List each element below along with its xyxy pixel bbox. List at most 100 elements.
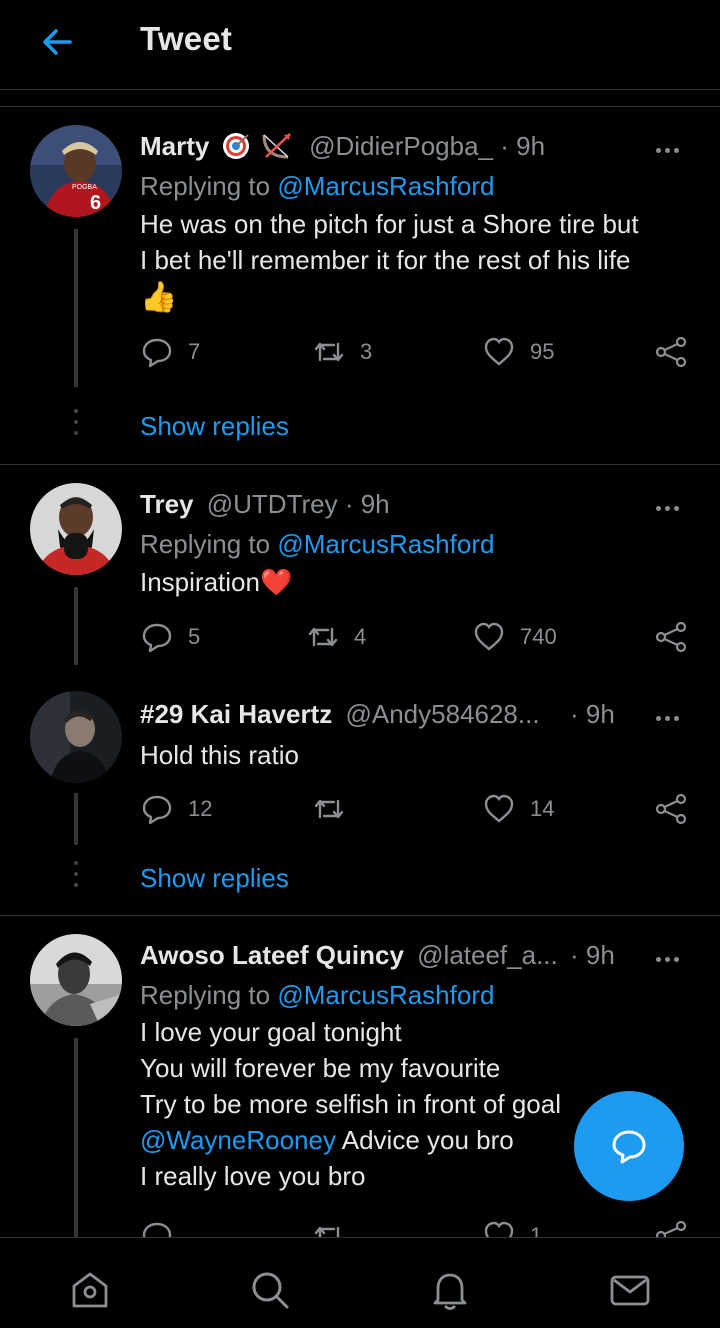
- user-handle[interactable]: @Andy584628...: [345, 699, 539, 729]
- top-bar: Tweet: [0, 0, 720, 90]
- timestamp: · 9h: [500, 131, 546, 161]
- tweet-text: Inspiration❤️: [140, 564, 700, 600]
- reply-count: 7: [188, 339, 201, 364]
- replies-feed[interactable]: 6 POGBA Marty @DidierPogba_ · 9h Replyin…: [0, 107, 720, 1237]
- messages-icon[interactable]: [608, 1268, 652, 1312]
- reply-count: 12: [188, 796, 213, 821]
- replying-label: Replying to: [140, 529, 278, 559]
- share-button[interactable]: [654, 789, 688, 829]
- retweet-icon: [314, 799, 344, 819]
- replying-to: Replying to @MarcusRashford: [140, 171, 494, 202]
- share-icon: [655, 621, 687, 653]
- avatar[interactable]: [30, 483, 122, 575]
- tweet-actions: 1: [140, 1216, 700, 1237]
- timestamp: · 9h: [344, 489, 390, 519]
- notifications-icon[interactable]: [428, 1268, 472, 1312]
- tweet-line: He was on the pitch for just a Shore tir…: [140, 209, 639, 239]
- share-icon: [655, 1220, 687, 1237]
- timestamp: · 9h: [570, 699, 615, 729]
- show-replies-link[interactable]: Show replies: [140, 863, 289, 894]
- timestamp-wrap: · 9h: [570, 940, 615, 971]
- tweet-header: Trey @UTDTrey · 9h: [140, 489, 390, 520]
- user-handle[interactable]: @lateef_a...: [417, 940, 558, 970]
- heart-icon: [484, 337, 514, 366]
- reply-button[interactable]: 5: [140, 617, 200, 657]
- bow-arrow-emoji-icon: [262, 133, 291, 159]
- retweet-count: 3: [360, 339, 373, 364]
- replying-label: Replying to: [140, 980, 278, 1010]
- svg-text:POGBA: POGBA: [72, 184, 97, 191]
- reply-count: 5: [188, 624, 201, 649]
- retweet-button[interactable]: [312, 789, 360, 829]
- thread-line: [74, 1038, 78, 1237]
- thumbs-up-emoji: 👍: [140, 281, 178, 314]
- thread-dots: [74, 409, 78, 442]
- search-icon[interactable]: [248, 1268, 292, 1312]
- retweet-icon: [314, 1226, 340, 1237]
- display-name[interactable]: Marty: [140, 131, 209, 161]
- like-button[interactable]: 95: [482, 332, 554, 372]
- retweet-button[interactable]: 3: [312, 332, 372, 372]
- more-options-icon[interactable]: [656, 949, 688, 962]
- like-count: 740: [520, 624, 557, 649]
- like-button[interactable]: 740: [472, 617, 557, 657]
- avatar[interactable]: [30, 934, 122, 1026]
- reply-tweet[interactable]: #29 Kai Havertz @Andy584628... · 9h Hold…: [0, 675, 720, 915]
- tweet-text: He was on the pitch for just a Shore tir…: [140, 206, 700, 318]
- compose-reply-button[interactable]: [574, 1091, 684, 1201]
- thread-dots: [74, 861, 78, 894]
- reply-button[interactable]: 12: [140, 789, 212, 829]
- retweet-button[interactable]: [312, 1216, 360, 1237]
- heart-icon: [484, 794, 514, 823]
- heart-icon: [474, 622, 504, 651]
- thread-line: [74, 793, 78, 845]
- red-heart-emoji: ❤️: [259, 567, 293, 597]
- bottom-navigation: [0, 1237, 720, 1328]
- timestamp: · 9h: [570, 940, 615, 970]
- show-replies-link[interactable]: Show replies: [140, 411, 289, 442]
- tweet-line-text: Advice you bro: [335, 1125, 514, 1155]
- like-button[interactable]: 14: [482, 789, 554, 829]
- display-name[interactable]: Awoso Lateef Quincy: [140, 940, 404, 970]
- back-arrow-icon[interactable]: [38, 22, 78, 62]
- avatar[interactable]: 6 POGBA: [30, 125, 122, 217]
- reply-bubble-icon: [612, 1130, 646, 1164]
- page-title: Tweet: [140, 20, 233, 57]
- avatar[interactable]: [30, 691, 122, 783]
- share-button[interactable]: [654, 332, 688, 372]
- reply-icon: [142, 623, 172, 653]
- replying-label: Replying to: [140, 171, 278, 201]
- display-name[interactable]: #29 Kai Havertz: [140, 699, 332, 729]
- more-options-icon[interactable]: [656, 140, 688, 153]
- like-button[interactable]: 1: [482, 1216, 542, 1237]
- more-options-icon[interactable]: [656, 708, 688, 721]
- mention-link[interactable]: @MarcusRashford: [277, 529, 494, 559]
- like-count: 1: [530, 1223, 543, 1237]
- retweet-count: 4: [354, 624, 367, 649]
- share-button[interactable]: [654, 1216, 688, 1237]
- user-handle[interactable]: @DidierPogba_: [309, 131, 493, 161]
- tweet-actions: 12 14: [140, 789, 700, 829]
- tweet-header: #29 Kai Havertz @Andy584628...: [140, 699, 540, 730]
- user-handle[interactable]: @UTDTrey: [207, 489, 338, 519]
- share-button[interactable]: [654, 617, 688, 657]
- display-name[interactable]: Trey: [140, 489, 194, 519]
- tweet-line: Hold this ratio: [140, 740, 299, 770]
- tweet-header: Awoso Lateef Quincy @lateef_a...: [140, 940, 558, 971]
- retweet-button[interactable]: 4: [306, 617, 366, 657]
- reply-button[interactable]: [140, 1216, 188, 1237]
- tweet-line: You will forever be my favourite: [140, 1053, 501, 1083]
- tweet-header: Marty @DidierPogba_ · 9h: [140, 131, 545, 162]
- home-icon[interactable]: [68, 1268, 112, 1312]
- mention-link[interactable]: @MarcusRashford: [277, 980, 494, 1010]
- tweet-line: I bet he'll remember it for the rest of …: [140, 245, 631, 275]
- reply-tweet[interactable]: 6 POGBA Marty @DidierPogba_ · 9h Replyin…: [0, 107, 720, 465]
- mention-link[interactable]: @MarcusRashford: [277, 171, 494, 201]
- reply-button[interactable]: 7: [140, 332, 200, 372]
- mention-link[interactable]: @WayneRooney: [140, 1125, 336, 1155]
- more-options-icon[interactable]: [656, 498, 688, 511]
- like-count: 95: [530, 339, 555, 364]
- timestamp-wrap: · 9h: [570, 699, 615, 730]
- tweet-actions: 5 4 740: [140, 617, 700, 657]
- reply-tweet[interactable]: Trey @UTDTrey · 9h Replying to @MarcusRa…: [0, 465, 720, 665]
